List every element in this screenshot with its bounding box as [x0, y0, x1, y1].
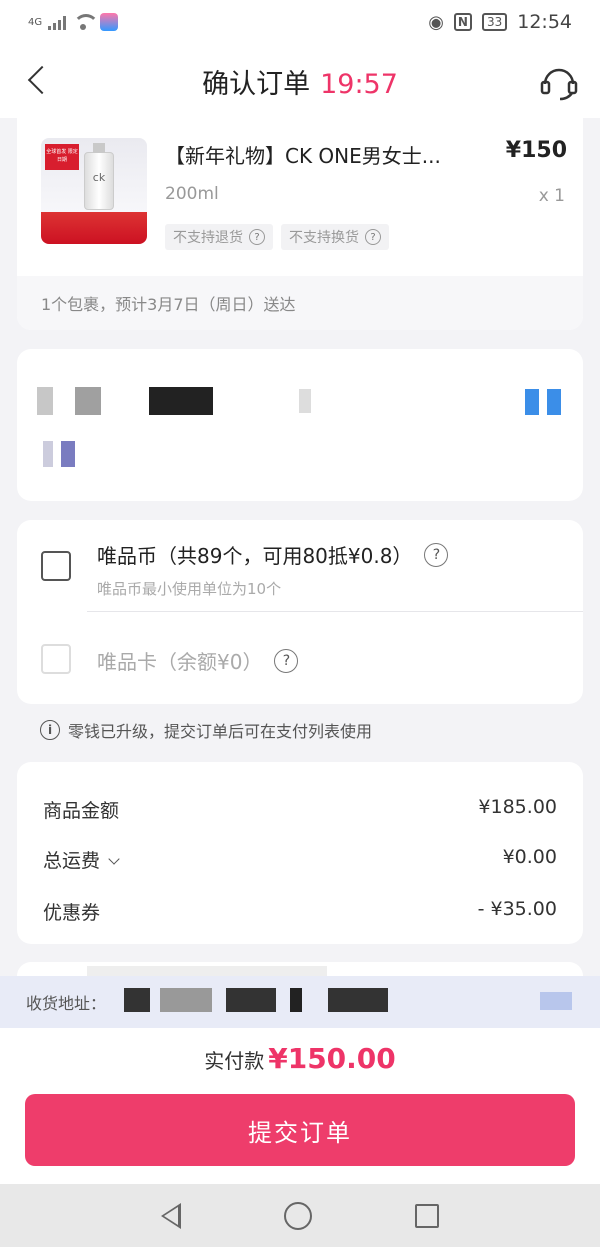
- network-type: 4G: [28, 16, 43, 28]
- actual-payment: 实付款 ¥150.00: [0, 1042, 600, 1075]
- coupon-value: - ¥35.00: [477, 898, 557, 920]
- redacted-block: [149, 387, 213, 415]
- redacted-block: [547, 389, 561, 415]
- status-left: 4G: [28, 13, 119, 31]
- address-label: 收货地址：: [26, 994, 107, 1013]
- nav-recents-icon[interactable]: [414, 1203, 439, 1228]
- status-time: 12:54: [517, 11, 572, 33]
- thumbnail-badge: 全球首发 限定日期: [45, 144, 79, 170]
- page-title: 确认订单 19:57: [0, 62, 600, 101]
- wallet-note: i 零钱已升级，提交订单后可在支付列表使用: [40, 718, 372, 742]
- redacted-block: [75, 387, 101, 415]
- no-return-tag[interactable]: 不支持退货?: [165, 224, 273, 250]
- perfume-bottle-image: ck: [84, 143, 114, 210]
- no-exchange-tag[interactable]: 不支持换货?: [281, 224, 389, 250]
- vip-card-label: 唯品卡（余额¥0）: [97, 650, 263, 674]
- customer-service-button[interactable]: [538, 62, 580, 102]
- redacted-block: [124, 988, 150, 1012]
- vip-card-option[interactable]: 唯品卡（余额¥0） ?: [97, 646, 299, 675]
- vip-coin-label: 唯品币（共89个，可用80抵¥0.8）: [97, 544, 413, 568]
- coupon-label: 优惠券: [43, 902, 101, 924]
- nav-home-icon[interactable]: [283, 1201, 312, 1230]
- status-bar: 4G ◉ N 33 12:54: [0, 0, 600, 44]
- status-right: ◉ N 33 12:54: [428, 11, 572, 33]
- countdown-timer: 19:57: [320, 69, 398, 100]
- signal-icon: [48, 14, 67, 30]
- battery-icon: 33: [481, 13, 508, 31]
- question-icon: ?: [365, 229, 381, 245]
- redacted-block: [540, 992, 572, 1010]
- tag-label: 不支持退货: [173, 230, 243, 246]
- goods-amount-value: ¥185.00: [478, 796, 557, 818]
- shipping-label-group: 总运费: [43, 846, 120, 873]
- price-summary-card: 商品金额 ¥185.00 总运费 ¥0.00 优惠券 - ¥35.00: [17, 762, 583, 944]
- nav-back-icon[interactable]: [161, 1202, 182, 1229]
- redacted-block: [226, 988, 276, 1012]
- wallet-note-text: 零钱已升级，提交订单后可在支付列表使用: [68, 722, 373, 741]
- headset-icon: [540, 68, 578, 101]
- coupon-row[interactable]: 优惠券 - ¥35.00: [43, 898, 557, 925]
- bottom-action-bar: 实付款 ¥150.00 提交订单: [0, 1028, 600, 1184]
- pay-label: 实付款: [204, 1049, 265, 1073]
- chevron-down-icon: [108, 853, 120, 865]
- system-nav-bar: [0, 1184, 600, 1247]
- redacted-block: [525, 389, 539, 415]
- product-card[interactable]: 全球首发 限定日期 ck 【新年礼物】CK ONE男女士... ¥150 200…: [17, 118, 583, 330]
- question-icon: ?: [249, 229, 265, 245]
- divider: [87, 611, 583, 612]
- product-quantity: x 1: [538, 186, 565, 206]
- question-icon[interactable]: ?: [274, 648, 299, 673]
- redacted-block: [328, 988, 388, 1012]
- nfc-icon: N: [453, 13, 472, 31]
- product-thumbnail: 全球首发 限定日期 ck: [41, 138, 147, 244]
- redacted-block: [61, 441, 75, 467]
- tag-label: 不支持换货: [289, 230, 359, 246]
- info-icon: i: [40, 720, 60, 740]
- question-icon[interactable]: ?: [424, 542, 449, 567]
- shipping-value: ¥0.00: [502, 846, 557, 868]
- redacted-block: [290, 988, 302, 1012]
- product-price: ¥150: [505, 138, 567, 163]
- delivery-estimate: 1个包裹，预计3月7日（周日）送达: [17, 276, 583, 330]
- product-tags: 不支持退货? 不支持换货?: [165, 224, 389, 250]
- redacted-block: [37, 387, 53, 415]
- goods-amount-row: 商品金额 ¥185.00: [43, 796, 557, 823]
- pay-amount: ¥150.00: [268, 1042, 396, 1075]
- goods-amount-label: 商品金额: [43, 800, 120, 822]
- shipping-label: 总运费: [43, 850, 101, 872]
- vip-card-checkbox[interactable]: [41, 644, 71, 674]
- title-text: 确认订单: [202, 69, 311, 100]
- wifi-icon: [72, 14, 100, 30]
- wallet-card: 唯品币（共89个，可用80抵¥0.8） ? 唯品币最小使用单位为10个 唯品卡（…: [17, 520, 583, 704]
- vip-coin-option[interactable]: 唯品币（共89个，可用80抵¥0.8） ?: [97, 540, 449, 569]
- app-notification-icon: [100, 13, 119, 31]
- vip-coin-checkbox[interactable]: [41, 551, 71, 581]
- page-header: 确认订单 19:57: [0, 44, 600, 118]
- product-name: 【新年礼物】CK ONE男女士...: [165, 144, 441, 168]
- shipping-address-bar[interactable]: 收货地址：: [0, 976, 600, 1028]
- eye-comfort-icon: ◉: [428, 11, 444, 33]
- product-spec: 200ml: [165, 184, 219, 204]
- shipping-row[interactable]: 总运费 ¥0.00: [43, 846, 557, 873]
- redacted-block: [43, 441, 53, 467]
- redacted-block: [160, 988, 212, 1012]
- vip-coin-hint: 唯品币最小使用单位为10个: [97, 580, 282, 598]
- submit-order-button[interactable]: 提交订单: [25, 1094, 575, 1166]
- address-card[interactable]: [17, 349, 583, 501]
- redacted-block: [299, 389, 311, 413]
